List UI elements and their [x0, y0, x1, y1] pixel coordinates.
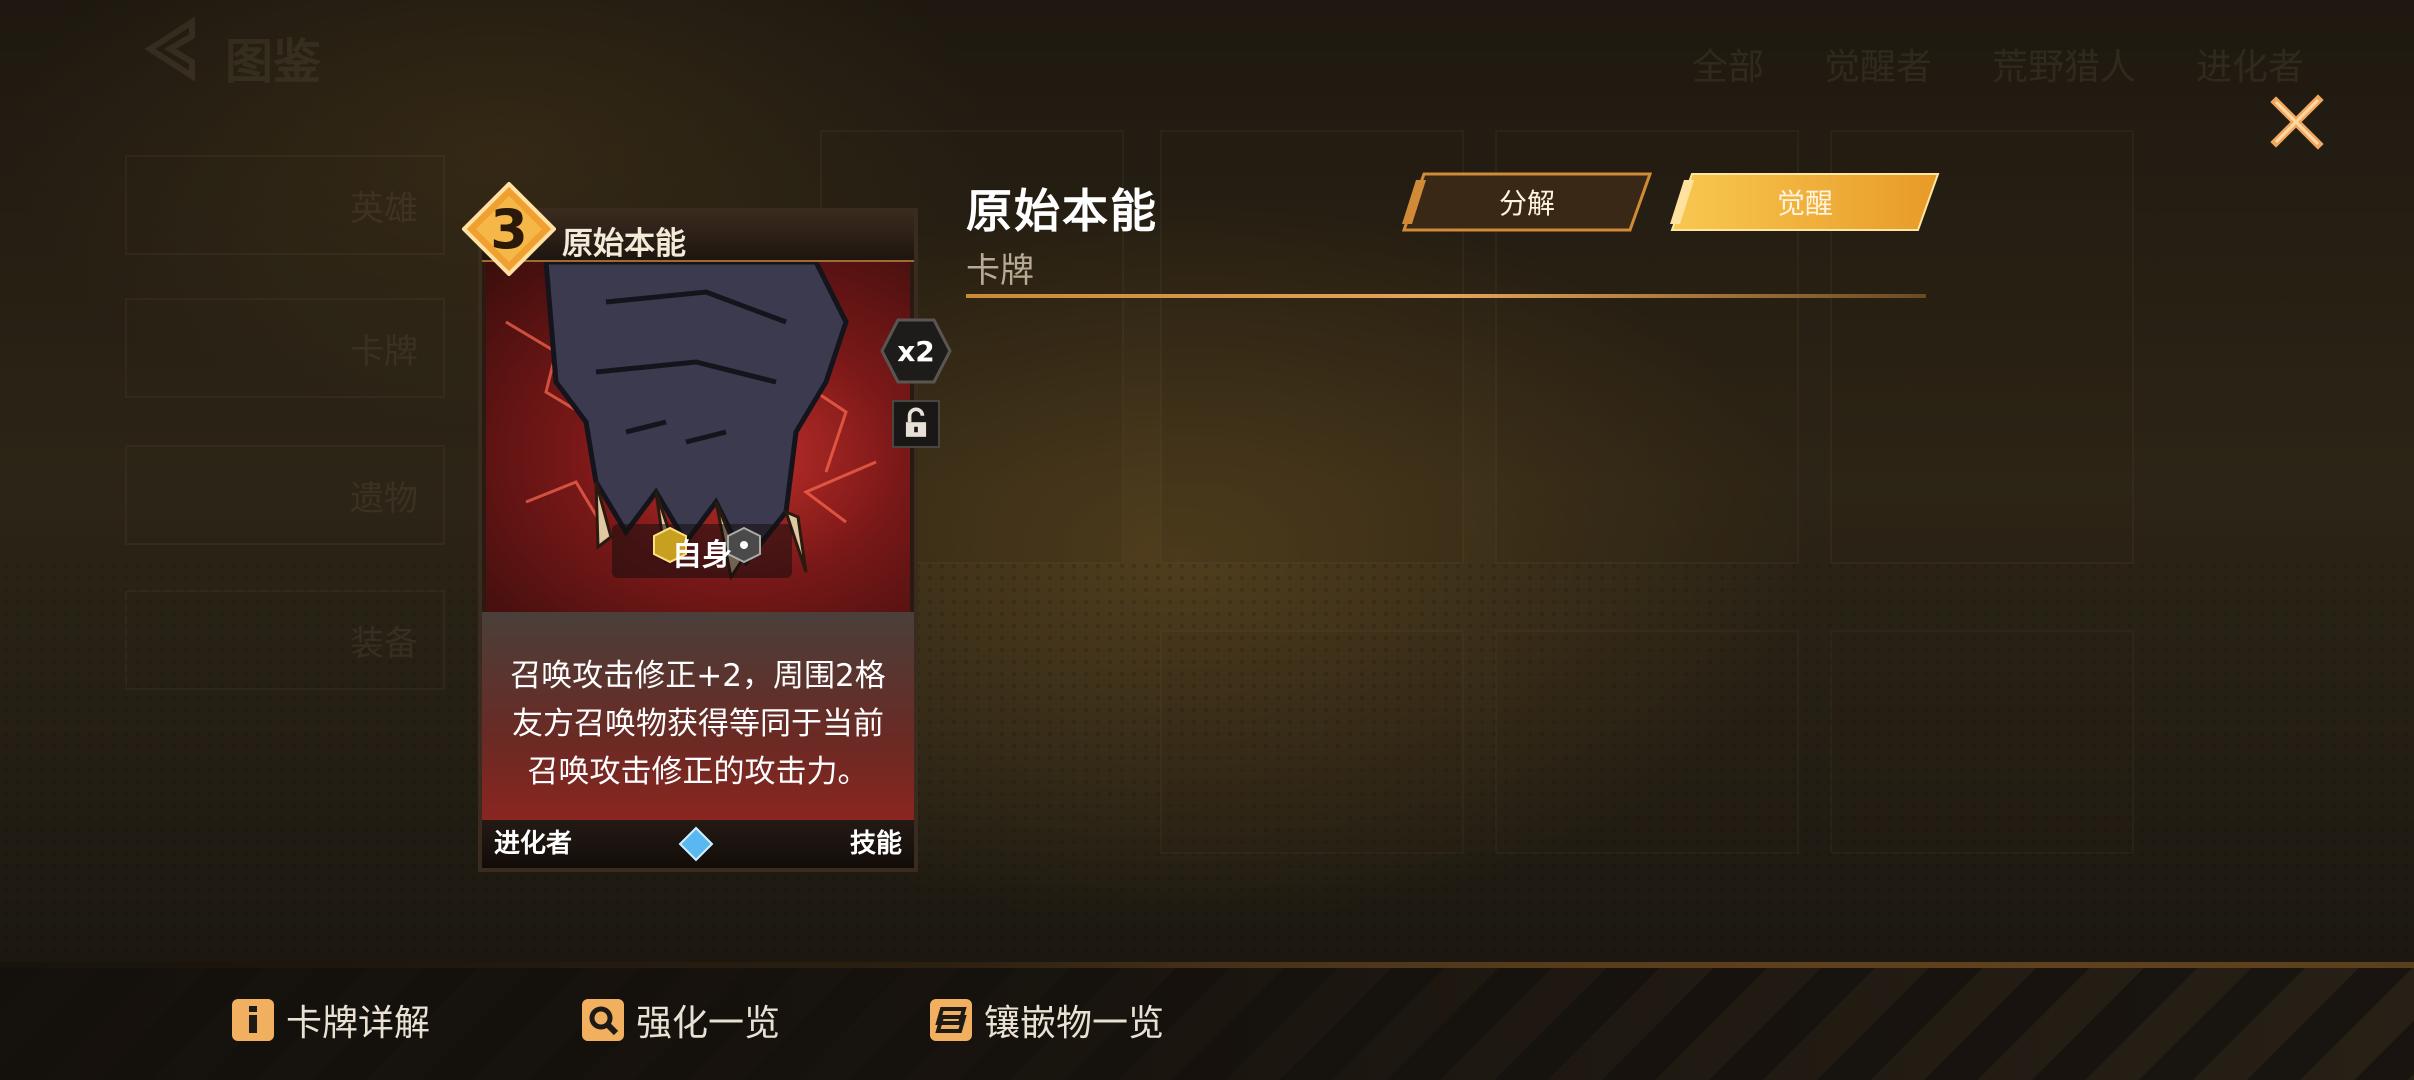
- card-class: 进化者: [494, 829, 573, 859]
- card-cost: 3: [490, 197, 528, 261]
- close-icon[interactable]: [2268, 92, 2328, 152]
- enhance-overview-button[interactable]: 强化一览: [582, 996, 780, 1044]
- inlay-overview-button[interactable]: 镶嵌物一览: [930, 996, 1164, 1044]
- card-target-label: 自身: [672, 538, 732, 573]
- dismantle-label: 分解: [1498, 187, 1555, 220]
- dismantle-button[interactable]: 分解: [1402, 172, 1652, 232]
- card-cost-badge: 3: [461, 181, 557, 277]
- card-count: x2: [897, 334, 935, 368]
- card-description-line: 召唤攻击修正的攻击力。: [527, 754, 869, 790]
- card-type: 技能: [849, 829, 902, 859]
- card-count-badge: x2: [880, 318, 952, 384]
- search-icon: [582, 999, 624, 1041]
- card-description: 召唤攻击修正+2，周围2格 友方召唤物获得等同于当前 召唤攻击修正的攻击力。: [492, 652, 904, 796]
- header-divider: [966, 294, 1926, 298]
- inlay-overview-label: 镶嵌物一览: [984, 1003, 1165, 1044]
- inlay-icon: [930, 999, 972, 1041]
- card-footer: 进化者 技能: [482, 820, 914, 868]
- awaken-label: 觉醒: [1776, 187, 1833, 220]
- card-name: 原始本能: [562, 226, 686, 262]
- card-description-line: 友方召唤物获得等同于当前: [512, 706, 884, 742]
- awaken-button[interactable]: 觉醒: [1670, 172, 1940, 232]
- card-detail-label: 卡牌详解: [286, 1003, 431, 1044]
- rarity-gem-icon: [678, 826, 714, 862]
- card-target-badge: 自身: [612, 524, 792, 578]
- unlock-icon[interactable]: [892, 400, 940, 448]
- info-icon: [232, 999, 274, 1041]
- card-description-line: 召唤攻击修正+2，周围2格: [510, 658, 886, 694]
- card-category: 卡牌: [966, 251, 1034, 291]
- card-title: 原始本能: [966, 184, 1158, 238]
- modal-overlay: [0, 0, 2414, 1080]
- enhance-overview-label: 强化一览: [636, 1003, 781, 1044]
- card-detail-button[interactable]: 卡牌详解: [232, 996, 430, 1044]
- card-preview: 原始本能 自身 召唤攻击修正+2，周围2格 友方召唤物获得等同于当前 召唤攻击修…: [478, 208, 918, 872]
